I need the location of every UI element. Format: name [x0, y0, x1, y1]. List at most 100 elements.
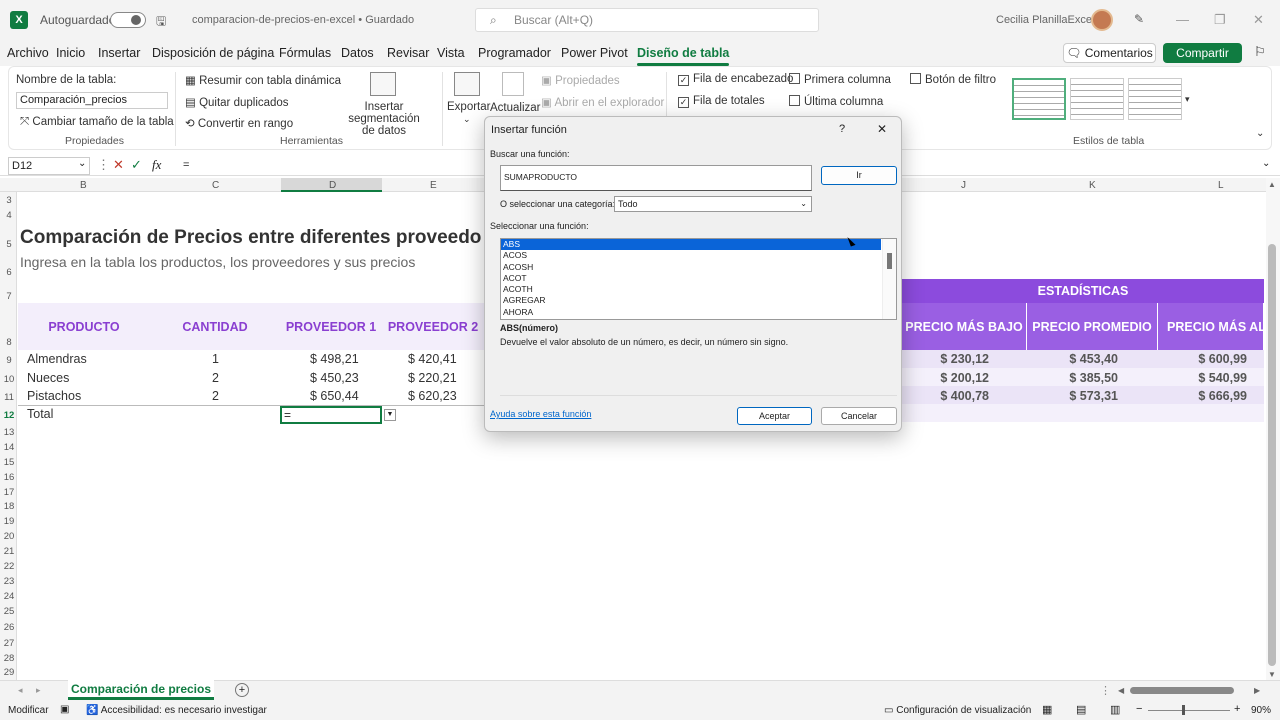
column-header[interactable]: C: [212, 180, 219, 191]
function-list[interactable]: ABS ACOS ACOSH ACOT ACOTH AGREGAR AHORA: [500, 238, 897, 320]
tab-programador[interactable]: Programador: [478, 46, 551, 60]
header-proveedor-2[interactable]: PROVEEDOR 2: [382, 303, 484, 350]
formula-input[interactable]: =: [183, 159, 189, 171]
filter-button-checkbox[interactable]: Botón de filtro: [910, 73, 996, 86]
list-item[interactable]: ABS: [501, 239, 881, 251]
tab-inicio[interactable]: Inicio: [56, 46, 85, 60]
function-search-input[interactable]: SUMAPRODUCTO: [500, 165, 812, 191]
row-header[interactable]: 21: [2, 546, 16, 557]
slicer-button[interactable]: Insertar segmentación de datos: [334, 101, 434, 137]
row-header[interactable]: 11: [2, 392, 16, 403]
row-header[interactable]: 4: [2, 210, 16, 221]
cancel-button[interactable]: Cancelar: [821, 407, 897, 425]
sheet-tab-comparacion[interactable]: Comparación de precios: [68, 680, 214, 700]
stats-cell[interactable]: $ 230,12: [902, 352, 989, 366]
row-header[interactable]: 20: [2, 531, 16, 542]
cell-producto[interactable]: Pistachos: [27, 389, 81, 403]
tab-datos[interactable]: Datos: [341, 46, 374, 60]
go-button[interactable]: Ir: [821, 166, 897, 185]
row-header[interactable]: 13: [2, 427, 16, 438]
resize-table-button[interactable]: ⤧ Cambiar tamaño de la tabla: [20, 116, 174, 129]
category-select[interactable]: Todo ⌄: [614, 196, 812, 212]
list-item[interactable]: AHORA: [501, 307, 881, 318]
remove-duplicates-button[interactable]: ▤ Quitar duplicados: [185, 95, 289, 109]
convert-range-button[interactable]: ⟲ Convertir en rango: [185, 116, 293, 130]
open-explorer-button[interactable]: ▣ Abrir en el explorador: [541, 95, 664, 109]
table-style-2[interactable]: [1070, 78, 1124, 120]
header-cantidad[interactable]: CANTIDAD: [150, 303, 280, 350]
save-icon[interactable]: 🖫: [156, 12, 166, 33]
tab-archivo[interactable]: Archivo: [7, 46, 49, 60]
ok-button[interactable]: Aceptar: [737, 407, 812, 425]
user-name[interactable]: Cecilia PlanillaExcel: [996, 14, 1094, 26]
horizontal-scroll-thumb[interactable]: [1130, 687, 1234, 694]
active-cell[interactable]: =: [280, 406, 382, 424]
tab-disposicion[interactable]: Disposición de página: [152, 46, 274, 60]
page-break-view-icon[interactable]: ▥: [1110, 703, 1120, 716]
cell-proveedor-2[interactable]: $ 420,41: [408, 352, 457, 366]
cell-cantidad[interactable]: 2: [212, 371, 219, 385]
close-icon[interactable]: ✕: [1253, 12, 1264, 28]
stats-cell[interactable]: $ 666,99: [1158, 389, 1247, 403]
cell-proveedor-1[interactable]: $ 450,23: [310, 371, 359, 385]
row-header[interactable]: 8: [2, 337, 16, 348]
search-box[interactable]: ⌕ Buscar (Alt+Q): [475, 8, 819, 32]
cell-proveedor-1[interactable]: $ 650,44: [310, 389, 359, 403]
export-icon[interactable]: [454, 72, 480, 96]
row-header-selected[interactable]: 12: [2, 410, 16, 421]
comments-button[interactable]: 🗨 Comentarios: [1063, 43, 1156, 63]
stats-cell[interactable]: $ 600,99: [1158, 352, 1247, 366]
help-link[interactable]: Ayuda sobre esta función: [490, 409, 591, 419]
table-style-3[interactable]: [1128, 78, 1182, 120]
cell-proveedor-2[interactable]: $ 220,21: [408, 371, 457, 385]
last-column-checkbox[interactable]: Última columna: [789, 95, 883, 108]
scroll-up-icon[interactable]: ▲: [1268, 180, 1276, 189]
tab-insertar[interactable]: Insertar: [98, 46, 140, 60]
cell-total-label[interactable]: Total: [27, 407, 53, 421]
help-icon[interactable]: ?: [839, 123, 845, 135]
list-item[interactable]: ACOTH: [501, 284, 881, 295]
row-header[interactable]: 27: [2, 638, 16, 649]
list-scrollbar[interactable]: [882, 239, 896, 319]
feedback-icon[interactable]: ⚐: [1254, 44, 1266, 60]
normal-view-icon[interactable]: ▦: [1042, 703, 1052, 716]
row-header[interactable]: 14: [2, 442, 16, 453]
header-proveedor-1[interactable]: PROVEEDOR 1: [280, 303, 382, 350]
total-row-checkbox[interactable]: ✓ Fila de totales: [678, 95, 765, 108]
scroll-down-icon[interactable]: ▼: [1268, 670, 1276, 679]
row-header[interactable]: 19: [2, 516, 16, 527]
stats-header-highest[interactable]: PRECIO MÁS ALT: [1158, 303, 1264, 350]
autosave-toggle[interactable]: [110, 12, 146, 28]
row-header[interactable]: 24: [2, 591, 16, 602]
row-header[interactable]: 26: [2, 622, 16, 633]
dialog-close-icon[interactable]: ✕: [877, 122, 887, 136]
refresh-button[interactable]: Actualizar: [490, 102, 541, 114]
sheet-title[interactable]: Comparación de Precios entre diferentes …: [20, 227, 481, 249]
header-row-checkbox[interactable]: ✓ Fila de encabezado: [678, 73, 793, 86]
zoom-slider[interactable]: [1148, 710, 1230, 711]
macro-record-icon[interactable]: ▣: [60, 704, 69, 715]
display-settings-button[interactable]: ▭ Configuración de visualización: [884, 705, 1031, 716]
properties-button[interactable]: ▣ Propiedades: [541, 73, 620, 87]
list-scroll-thumb[interactable]: [887, 253, 892, 269]
row-header[interactable]: 10: [2, 374, 16, 385]
cell-cantidad[interactable]: 2: [212, 389, 219, 403]
more-icon[interactable]: ⋮: [97, 157, 110, 173]
accessibility-status[interactable]: ♿ Accesibilidad: es necesario investigar: [86, 705, 267, 716]
tab-vista[interactable]: Vista: [437, 46, 465, 60]
row-header[interactable]: 22: [2, 561, 16, 572]
row-header[interactable]: 6: [2, 267, 16, 278]
cell-dropdown-icon[interactable]: ▼: [384, 409, 396, 421]
column-header[interactable]: B: [80, 180, 87, 191]
cancel-formula-icon[interactable]: ✕: [113, 157, 124, 173]
zoom-level[interactable]: 90%: [1251, 705, 1271, 716]
refresh-icon[interactable]: [502, 72, 524, 96]
row-header[interactable]: 23: [2, 576, 16, 587]
scroll-left-icon[interactable]: ◀: [1118, 686, 1124, 695]
stats-cell[interactable]: $ 453,40: [1027, 352, 1118, 366]
tab-revisar[interactable]: Revisar: [387, 46, 429, 60]
table-name-input[interactable]: Comparación_precios: [16, 92, 168, 109]
zoom-slider-thumb[interactable]: [1182, 705, 1185, 715]
stats-cell[interactable]: $ 200,12: [902, 371, 989, 385]
stats-cell[interactable]: $ 573,31: [1027, 389, 1118, 403]
